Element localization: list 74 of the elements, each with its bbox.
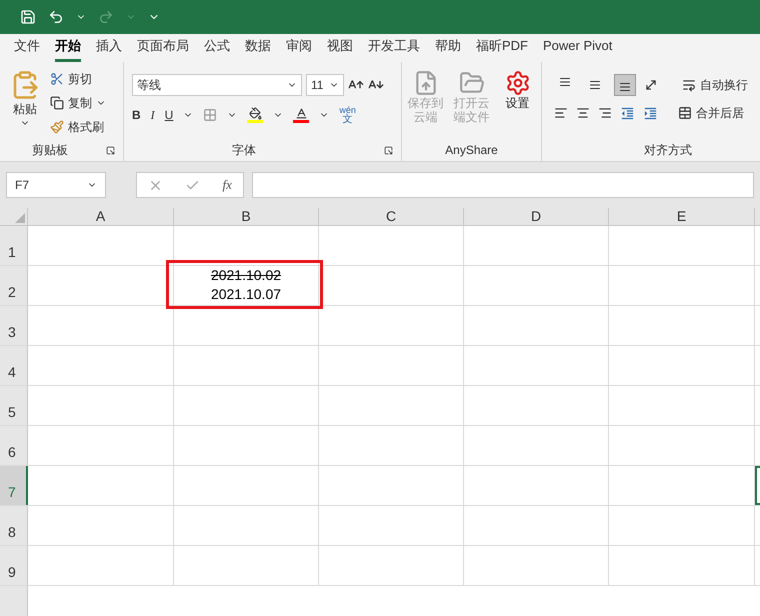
increase-indent-icon[interactable] bbox=[643, 106, 658, 120]
vertical-align-icon[interactable] bbox=[614, 74, 636, 96]
anyshare-button[interactable]: 设置 bbox=[498, 70, 536, 139]
ribbon-tab[interactable]: 审阅 bbox=[286, 36, 312, 62]
row-header[interactable]: 8 bbox=[0, 506, 28, 545]
column-header[interactable]: B bbox=[174, 208, 319, 225]
fill-color-icon[interactable] bbox=[247, 107, 264, 123]
save-icon[interactable] bbox=[20, 9, 36, 25]
font-size-field[interactable]: 11 bbox=[306, 74, 344, 96]
italic-button[interactable]: I bbox=[150, 106, 155, 124]
brush-icon bbox=[50, 120, 64, 134]
ribbon-tab[interactable]: 文件 bbox=[14, 36, 40, 62]
phonetic-button[interactable]: wén 文 bbox=[339, 106, 356, 124]
font-name-text: 等线 bbox=[137, 77, 161, 94]
active-cell[interactable] bbox=[755, 466, 760, 505]
column-header[interactable]: D bbox=[464, 208, 609, 225]
font-size-text: 11 bbox=[311, 77, 324, 94]
wrap-text-button[interactable]: 自动换行 bbox=[682, 76, 748, 94]
gear-icon bbox=[504, 70, 530, 96]
ribbon-tab[interactable]: 开发工具 bbox=[368, 36, 420, 62]
bold-button[interactable]: B bbox=[132, 106, 141, 124]
ribbon-tab[interactable]: Power Pivot bbox=[543, 36, 612, 62]
grid-cell[interactable]: 2021.10.02 2021.10.07 bbox=[174, 266, 319, 305]
name-box-text: F7 bbox=[15, 177, 30, 194]
row-header[interactable]: 2 bbox=[0, 266, 28, 305]
ribbon-tab[interactable]: 页面布局 bbox=[137, 36, 189, 62]
font-name-field[interactable]: 等线 bbox=[132, 74, 302, 96]
align-right-icon[interactable] bbox=[598, 106, 612, 120]
ribbon-tab[interactable]: 视图 bbox=[327, 36, 353, 62]
ribbon-tab[interactable]: 公式 bbox=[204, 36, 230, 62]
column-header[interactable]: E bbox=[609, 208, 755, 225]
group-label: AnyShare bbox=[444, 142, 499, 159]
decrease-indent-icon[interactable] bbox=[620, 106, 635, 120]
copy-button[interactable]: 复制 bbox=[50, 94, 106, 112]
name-box[interactable]: F7 bbox=[6, 172, 106, 198]
row-header[interactable]: 4 bbox=[0, 346, 28, 385]
group-label: 字体 bbox=[232, 142, 256, 159]
undo-icon[interactable] bbox=[48, 9, 64, 25]
row-header[interactable]: 1 bbox=[0, 226, 28, 265]
ribbon-tab[interactable]: 插入 bbox=[96, 36, 122, 62]
ribbon-tab[interactable]: 数据 bbox=[245, 36, 271, 62]
group-label: 对齐方式 bbox=[644, 142, 693, 159]
borders-icon[interactable] bbox=[203, 108, 218, 122]
formula-input[interactable] bbox=[252, 172, 754, 198]
merge-cells-icon bbox=[678, 106, 692, 120]
row-header[interactable] bbox=[0, 586, 28, 616]
paste-button[interactable]: 粘贴 bbox=[8, 70, 42, 139]
copy-icon bbox=[50, 96, 64, 110]
group-label: 剪贴板 bbox=[32, 142, 68, 159]
row-header[interactable]: 3 bbox=[0, 306, 28, 345]
align-center-icon[interactable] bbox=[576, 106, 590, 120]
format-painter-button[interactable]: 格式刷 bbox=[50, 118, 106, 136]
underline-button[interactable]: U bbox=[164, 106, 174, 124]
ribbon-tab[interactable]: 福昕PDF bbox=[476, 36, 528, 62]
column-header[interactable]: A bbox=[28, 208, 174, 225]
merge-center-button[interactable]: 合并后居 bbox=[678, 104, 744, 122]
wrap-text-icon bbox=[682, 78, 696, 92]
column-header[interactable]: C bbox=[319, 208, 464, 225]
cell-text: 2021.10.02 bbox=[210, 266, 282, 285]
dialog-launcher-icon[interactable] bbox=[384, 146, 393, 154]
redo-icon bbox=[98, 9, 114, 25]
row-header[interactable]: 5 bbox=[0, 386, 28, 425]
row-header[interactable]: 7 bbox=[0, 466, 28, 505]
align-left-icon[interactable] bbox=[554, 106, 568, 120]
font-color-icon[interactable] bbox=[293, 107, 310, 123]
ribbon-tab[interactable]: 帮助 bbox=[435, 36, 461, 62]
cut-button[interactable]: 剪切 bbox=[50, 70, 106, 88]
row-header[interactable]: 9 bbox=[0, 546, 28, 585]
scissors-icon bbox=[50, 72, 64, 86]
dialog-launcher-icon[interactable] bbox=[106, 146, 115, 154]
row-header[interactable]: 6 bbox=[0, 426, 28, 465]
orientation-icon[interactable] bbox=[644, 78, 658, 92]
insert-function-button[interactable]: fx bbox=[222, 175, 232, 195]
cell-text: 2021.10.07 bbox=[210, 285, 282, 304]
